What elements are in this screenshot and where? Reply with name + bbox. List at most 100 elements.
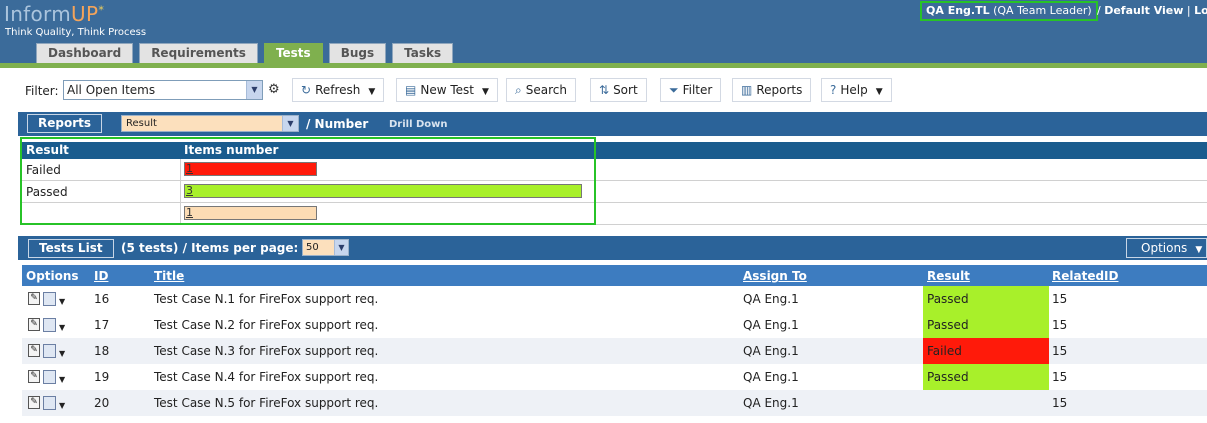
copy-icon[interactable]	[43, 343, 56, 358]
new-test-button[interactable]: ▤ New Test ▼	[396, 78, 498, 102]
copy-icon[interactable]	[43, 291, 56, 306]
col-id[interactable]: ID	[94, 269, 108, 283]
refresh-button[interactable]: ↻ Refresh ▼	[292, 78, 385, 102]
copy-icon[interactable]	[43, 317, 56, 332]
default-view-link[interactable]: Default View	[1104, 4, 1183, 17]
drill-down-link[interactable]: Drill Down	[389, 119, 448, 130]
tests-count-summary: (5 tests) / Items per page:	[121, 241, 299, 255]
cell-assign-to: QA Eng.1	[743, 396, 799, 410]
chevron-down-icon[interactable]: ▼	[59, 349, 65, 358]
col-options: Options	[26, 269, 79, 283]
reports-panel-button[interactable]: Reports	[27, 114, 103, 133]
tab-bugs[interactable]: Bugs	[328, 43, 387, 63]
row-options: ✎ ▼	[28, 369, 65, 384]
tests-list-button[interactable]: Tests List	[28, 239, 114, 258]
cell-title[interactable]: Test Case N.4 for FireFox support req.	[154, 370, 378, 384]
help-button[interactable]: ? Help ▼	[821, 78, 892, 102]
edit-icon[interactable]: ✎	[28, 318, 40, 331]
tab-requirements[interactable]: Requirements	[139, 43, 258, 63]
cell-title[interactable]: Test Case N.1 for FireFox support req.	[154, 292, 378, 306]
cell-assign-to: QA Eng.1	[743, 292, 799, 306]
report-bar: 1	[184, 162, 317, 176]
table-row[interactable]: ✎ ▼ 18 Test Case N.3 for FireFox support…	[22, 338, 1207, 364]
user-name: QA Eng.TL	[926, 4, 990, 17]
cell-related-id: 15	[1052, 396, 1068, 410]
report-table-header: Result Items number	[22, 142, 1207, 159]
informup-logo: InformUP*	[4, 2, 105, 26]
chevron-down-icon[interactable]: ▼	[482, 87, 489, 97]
cell-id: 17	[94, 318, 110, 332]
chevron-down-icon[interactable]: ▼	[59, 297, 65, 306]
cell-related-id: 15	[1052, 292, 1068, 306]
cell-assign-to: QA Eng.1	[743, 344, 799, 358]
copy-icon[interactable]	[43, 369, 56, 384]
cell-id: 20	[94, 396, 110, 410]
cell-result: Passed	[923, 312, 1049, 338]
chevron-down-icon: ▼	[334, 240, 348, 255]
chevron-down-icon[interactable]: ▼	[368, 87, 375, 97]
items-per-page-select[interactable]: 50 ▼	[302, 239, 349, 256]
chevron-down-icon: ▼	[246, 81, 262, 99]
tab-tasks[interactable]: Tasks	[392, 43, 454, 63]
tab-tests[interactable]: Tests	[263, 43, 323, 63]
filter-select[interactable]: All Open Items ▼	[63, 80, 263, 100]
cell-related-id: 15	[1052, 370, 1068, 384]
edit-icon[interactable]: ✎	[28, 396, 40, 409]
cell-title[interactable]: Test Case N.2 for FireFox support req.	[154, 318, 378, 332]
divider	[180, 181, 181, 202]
chevron-down-icon[interactable]: ▼	[876, 87, 883, 97]
user-role: (QA Team Leader)	[993, 4, 1092, 17]
row-options: ✎ ▼	[28, 291, 65, 306]
main-tabs: Dashboard Requirements Tests Bugs Tasks	[36, 43, 454, 63]
chevron-down-icon[interactable]: ▼	[59, 375, 65, 384]
filter-button[interactable]: ⏷ Filter	[660, 78, 722, 102]
chevron-down-icon: ▼	[282, 116, 298, 131]
row-options: ✎ ▼	[28, 395, 65, 410]
search-button[interactable]: ⌕ Search	[506, 78, 576, 102]
new-document-icon: ▤	[405, 83, 417, 97]
table-row[interactable]: ✎ ▼ 19 Test Case N.4 for FireFox support…	[22, 364, 1207, 390]
filter-label: Filter:	[25, 84, 59, 98]
col-title[interactable]: Title	[154, 269, 184, 283]
cell-title[interactable]: Test Case N.5 for FireFox support req.	[154, 396, 378, 410]
logout-link[interactable]: Lo	[1194, 4, 1207, 17]
report-bar-count-link[interactable]: 1	[186, 162, 193, 175]
report-bar: 3	[184, 184, 582, 198]
cell-id: 16	[94, 292, 110, 306]
report-col-items-number: Items number	[184, 143, 279, 157]
copy-icon[interactable]	[43, 395, 56, 410]
user-links: / Default View | Lo	[1097, 4, 1207, 17]
options-button[interactable]: Options ▼	[1126, 238, 1207, 258]
col-result[interactable]: Result	[927, 269, 970, 283]
tab-dashboard[interactable]: Dashboard	[36, 43, 134, 63]
edit-icon[interactable]: ✎	[28, 370, 40, 383]
chevron-down-icon[interactable]: ▼	[59, 323, 65, 332]
row-options: ✎ ▼	[28, 343, 65, 358]
cell-assign-to: QA Eng.1	[743, 370, 799, 384]
report-bar-count-link[interactable]: 3	[186, 184, 193, 197]
filter-toolbar: Filter: All Open Items ▼ ⚙ ↻ Refresh ▼ ▤ Ne…	[0, 68, 1207, 112]
funnel-icon: ⏷	[669, 83, 679, 97]
tests-list-bar: Tests List (5 tests) / Items per page: 5…	[18, 236, 1207, 260]
table-row[interactable]: ✎ ▼ 20 Test Case N.5 for FireFox support…	[22, 390, 1207, 416]
filter-edit-icon[interactable]: ⚙	[268, 82, 280, 97]
edit-icon[interactable]: ✎	[28, 292, 40, 305]
col-assign-to[interactable]: Assign To	[743, 269, 807, 283]
chevron-down-icon[interactable]: ▼	[59, 401, 65, 410]
reports-bar: Reports Result ▼ / Number Drill Down	[18, 112, 1207, 136]
sort-icon: ⇅	[599, 83, 610, 97]
sort-button[interactable]: ⇅ Sort	[590, 78, 647, 102]
cell-title[interactable]: Test Case N.3 for FireFox support req.	[154, 344, 378, 358]
report-row-label: Passed	[26, 185, 68, 199]
refresh-icon: ↻	[301, 83, 312, 97]
cell-id: 18	[94, 344, 110, 358]
reports-button[interactable]: ▥ Reports	[732, 78, 812, 102]
report-bar: 1	[184, 206, 317, 220]
current-user[interactable]: QA Eng.TL (QA Team Leader)	[920, 1, 1098, 21]
edit-icon[interactable]: ✎	[28, 344, 40, 357]
report-bar-count-link[interactable]: 1	[186, 206, 193, 219]
col-related-id[interactable]: RelatedID	[1052, 269, 1118, 283]
table-row[interactable]: ✎ ▼ 16 Test Case N.1 for FireFox support…	[22, 286, 1207, 312]
report-group-select[interactable]: Result ▼	[121, 115, 299, 132]
table-row[interactable]: ✎ ▼ 17 Test Case N.2 for FireFox support…	[22, 312, 1207, 338]
